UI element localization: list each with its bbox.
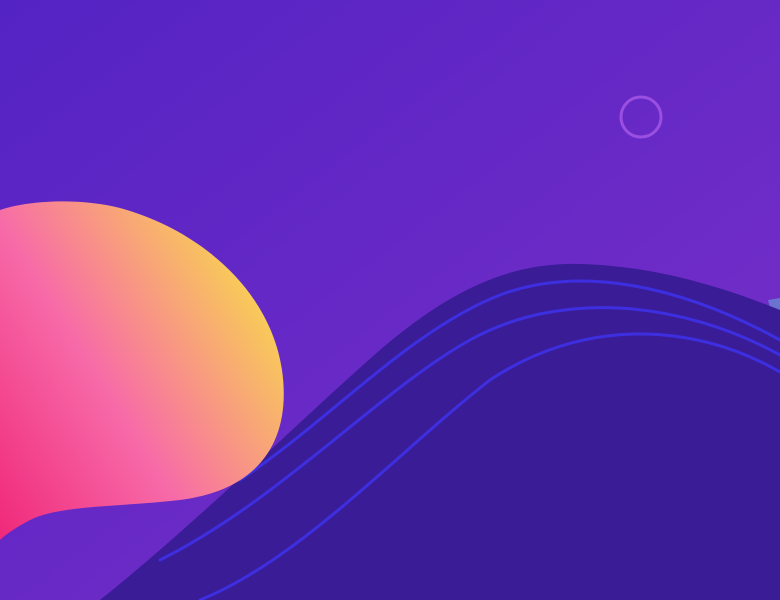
- background-illustration: [0, 0, 780, 600]
- decorative-background: [0, 0, 780, 600]
